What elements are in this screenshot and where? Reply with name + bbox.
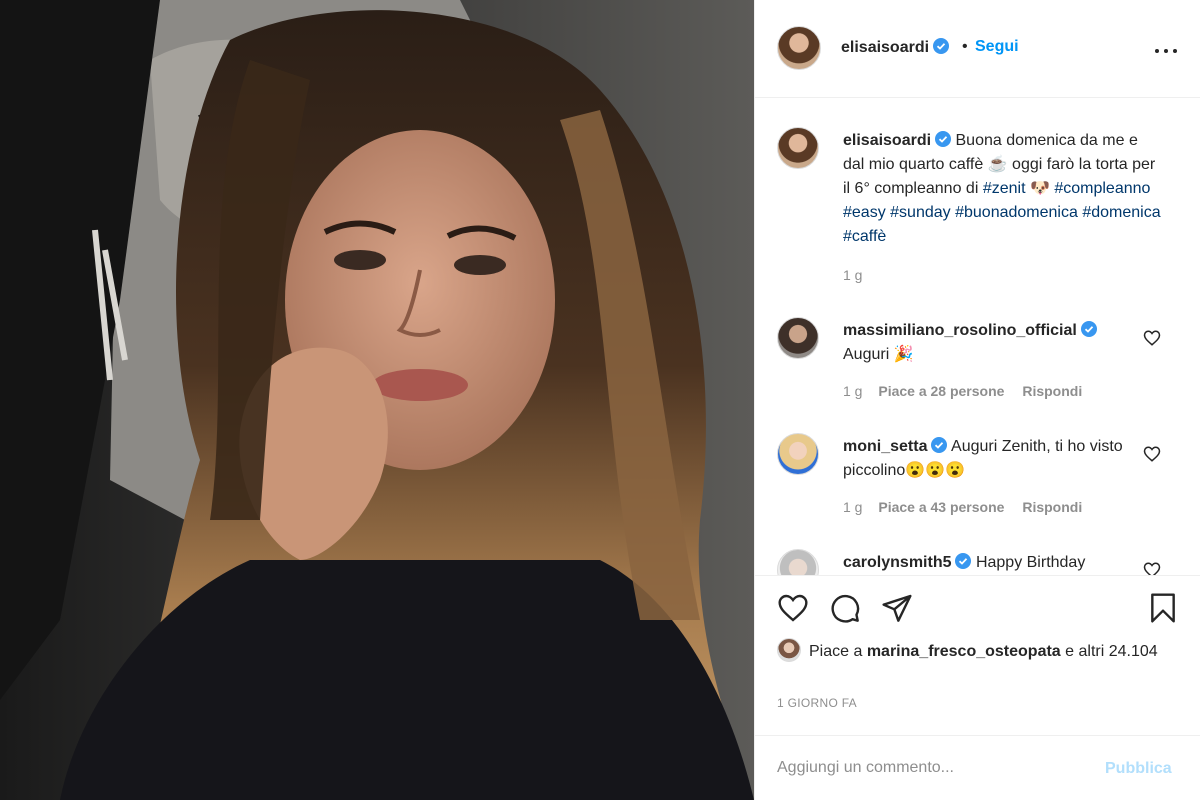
reply-button[interactable]: Rispondi [1022, 383, 1082, 399]
publish-button[interactable]: Pubblica [1105, 760, 1172, 778]
comment-item: moni_setta Auguri Zenith, ti ho visto pi… [777, 433, 1187, 533]
hashtag-link[interactable]: #caffè [843, 228, 886, 245]
like-comment-heart-icon[interactable] [1143, 445, 1161, 463]
post-actions: Piace a marina_fresco_osteopata e altri … [755, 575, 1200, 735]
caption-avatar[interactable] [777, 127, 819, 169]
caption-text: elisaisoardi Buona domenica da me e dal … [843, 129, 1163, 249]
more-options-icon[interactable] [1153, 38, 1183, 62]
comment-meta: 1 g Piace a 28 persone Rispondi [843, 383, 1096, 399]
liker-username[interactable]: marina_fresco_osteopata [867, 643, 1061, 660]
comment-time[interactable]: 1 g [843, 383, 862, 399]
commenter-username[interactable]: carolynsmith5 [843, 554, 951, 571]
hashtag-link[interactable]: #buonadomenica [955, 204, 1078, 221]
reply-button[interactable]: Rispondi [1022, 499, 1082, 515]
hashtag-link[interactable]: #domenica [1082, 204, 1160, 221]
commenter-avatar[interactable] [777, 317, 819, 359]
author-username-text[interactable]: elisaisoardi [841, 39, 929, 56]
comment-input[interactable] [777, 750, 1097, 786]
hashtag-link[interactable]: #easy [843, 204, 886, 221]
separator-dot: • [962, 38, 968, 55]
verified-badge-icon [1080, 321, 1097, 337]
hashtag-link[interactable]: #sunday [890, 204, 951, 221]
commenter-username[interactable]: massimiliano_rosolino_official [843, 322, 1077, 339]
comment-body: Happy Birthday [975, 554, 1086, 571]
share-icon[interactable] [881, 592, 913, 624]
verified-badge-icon [931, 437, 948, 453]
bookmark-icon[interactable] [1147, 592, 1179, 624]
author-avatar[interactable] [777, 26, 821, 70]
likes-prefix: Piace a [809, 643, 863, 660]
hashtag-link[interactable]: #compleanno [1054, 180, 1150, 197]
comment-likes[interactable]: Piace a 43 persone [878, 499, 1004, 515]
comment-meta: 1 g Piace a 43 persone Rispondi [843, 499, 1096, 515]
commenter-username[interactable]: moni_setta [843, 438, 927, 455]
heart-icon[interactable] [777, 592, 809, 624]
comment-likes[interactable]: Piace a 28 persone [878, 383, 1004, 399]
selfie-illustration [0, 0, 754, 800]
caption-username[interactable]: elisaisoardi [843, 132, 931, 149]
caption-time[interactable]: 1 g [843, 267, 862, 283]
comment-text: carolynsmith5 Happy Birthday [843, 551, 1163, 575]
caption-meta: 1 g [843, 267, 874, 283]
likes-count[interactable]: e altri 24.104 [1065, 643, 1158, 660]
likes-summary: Piace a marina_fresco_osteopata e altri … [777, 638, 1177, 664]
verified-badge-icon [933, 38, 950, 54]
like-comment-heart-icon[interactable] [1143, 561, 1161, 575]
post-header: elisaisoardi • Segui [755, 0, 1200, 98]
comment-item: carolynsmith5 Happy Birthday [777, 549, 1187, 575]
caption-item: elisaisoardi Buona domenica da me e dal … [777, 127, 1187, 297]
hashtag-link[interactable]: #zenit [983, 180, 1026, 197]
commenter-avatar[interactable] [777, 549, 819, 575]
verified-badge-icon [935, 131, 952, 147]
liker-avatar[interactable] [777, 638, 801, 662]
commenter-avatar[interactable] [777, 433, 819, 475]
follow-button[interactable]: Segui [975, 38, 1019, 56]
author-username[interactable]: elisaisoardi [841, 38, 950, 57]
comments-list[interactable]: elisaisoardi Buona domenica da me e dal … [755, 99, 1200, 575]
caption-emoji: 🐶 [1029, 180, 1050, 197]
post-detail-panel: elisaisoardi • Segui elisaisoardi Buona … [754, 0, 1200, 800]
comment-text: massimiliano_rosolino_official Auguri 🎉 [843, 319, 1163, 367]
comment-item: massimiliano_rosolino_official Auguri 🎉 … [777, 317, 1187, 417]
like-comment-heart-icon[interactable] [1143, 329, 1161, 347]
post-timestamp[interactable]: 1 GIORNO FA [777, 696, 857, 710]
comment-body: Auguri 🎉 [843, 346, 914, 363]
comment-icon[interactable] [829, 592, 861, 624]
verified-badge-icon [955, 553, 972, 569]
comment-text: moni_setta Auguri Zenith, ti ho visto pi… [843, 435, 1163, 483]
add-comment-bar: Pubblica [755, 735, 1200, 800]
post-photo[interactable] [0, 0, 754, 800]
comment-time[interactable]: 1 g [843, 499, 862, 515]
